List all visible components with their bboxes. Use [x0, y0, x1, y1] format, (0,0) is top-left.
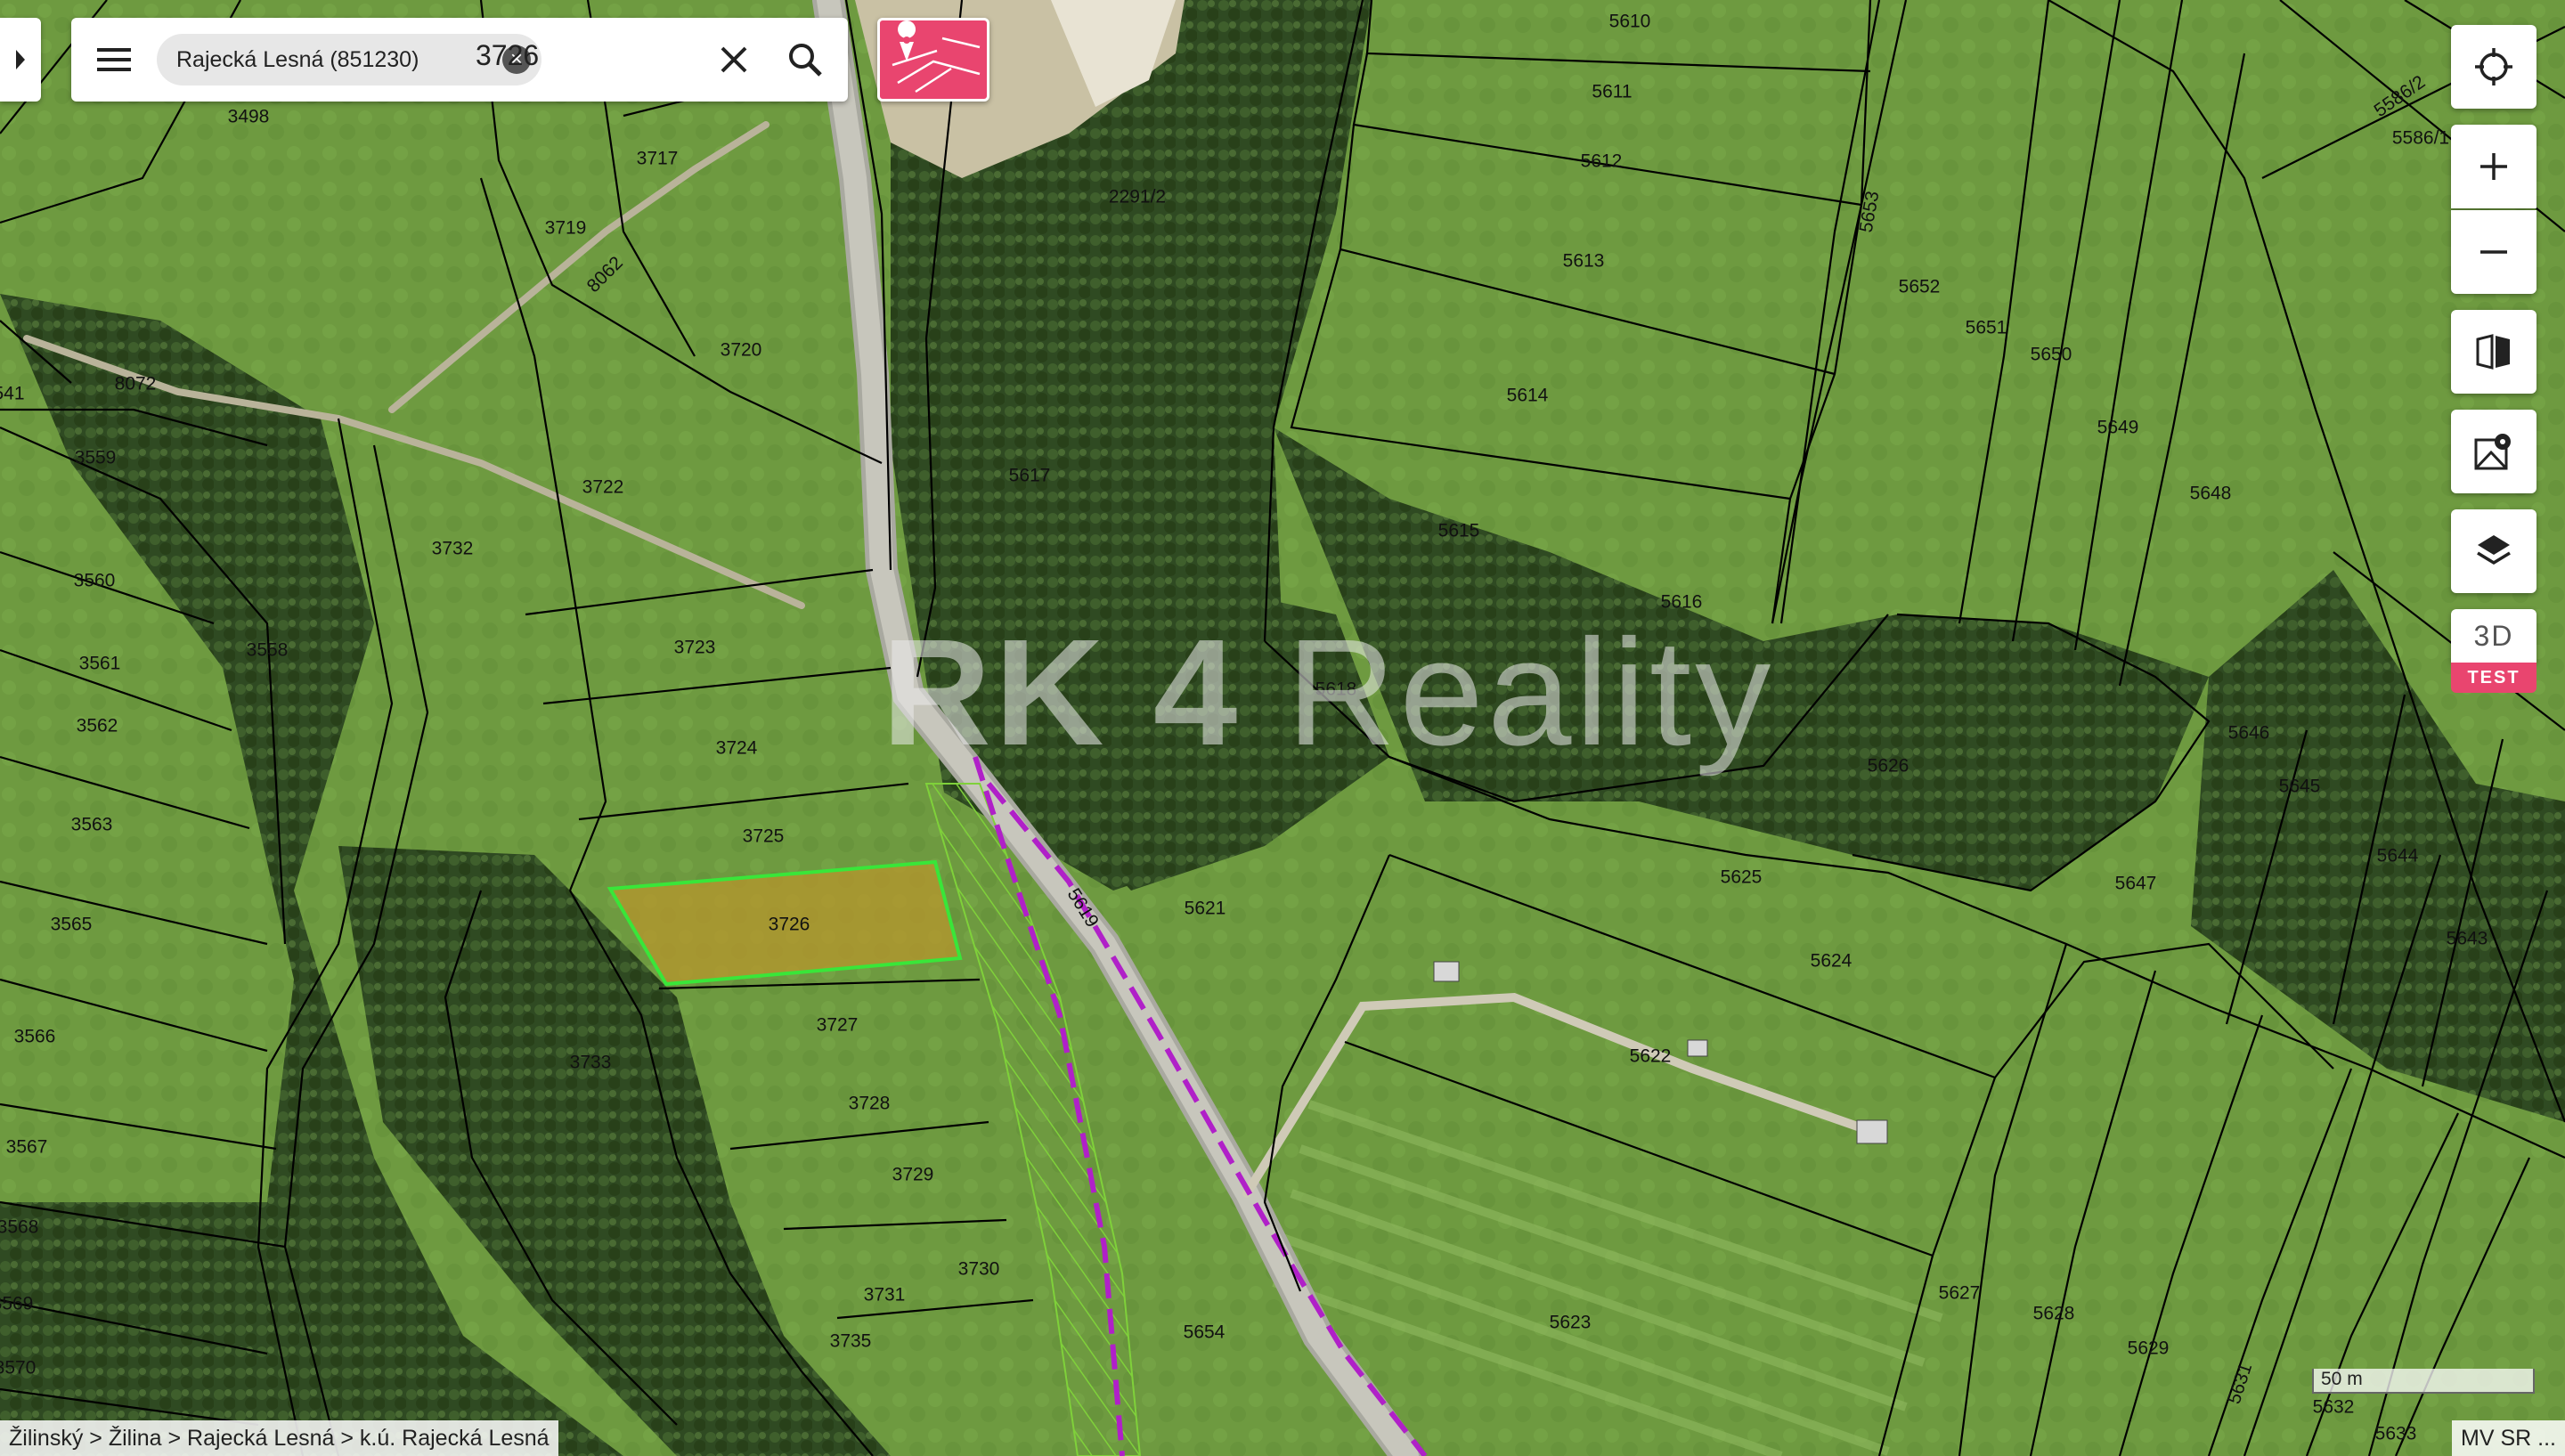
location-breadcrumb: Žilinský > Žilina > Rajecká Lesná > k.ú.… [0, 1420, 558, 1456]
test-badge: TEST [2451, 663, 2536, 693]
parcel-label: 3498 [228, 107, 270, 127]
parcel-label: 5647 [2115, 874, 2157, 894]
zoom-out-button[interactable] [2451, 210, 2536, 294]
parcel-label: 3732 [432, 539, 474, 559]
parcel-label: 5652 [1899, 277, 1941, 297]
split-compare-icon [2476, 334, 2510, 370]
parcel-label: 3569 [0, 1294, 33, 1314]
parcel-label: 3717 [637, 149, 679, 169]
parcel-label: 5622 [1630, 1046, 1672, 1067]
parcel-label: 5610 [1609, 12, 1651, 32]
parcel-label: 3562 [77, 716, 118, 736]
parcel-label: 5629 [2128, 1338, 2170, 1359]
parcel-label: 3724 [716, 738, 758, 759]
close-icon [721, 46, 747, 73]
search-input[interactable]: 3726 [476, 39, 539, 72]
parcel-label: 5628 [2033, 1304, 2075, 1324]
parcel-label: 5623 [1550, 1313, 1592, 1333]
parcel-label: 5618 [1315, 679, 1357, 700]
compare-view-button[interactable] [2451, 310, 2536, 394]
parcel-label: 3725 [743, 826, 785, 847]
parcel-label: 5632 [2313, 1397, 2355, 1418]
parcel-label: 8072 [115, 374, 157, 395]
parcel-label: 3566 [14, 1027, 56, 1047]
parcel-label: 3729 [892, 1165, 934, 1185]
parcel-label: 5621 [1185, 899, 1226, 919]
parcel-label: 3731 [864, 1285, 906, 1306]
parcel-label: 3558 [247, 640, 289, 661]
parcel-label: 5614 [1507, 386, 1549, 406]
parcel-label: 5651 [1966, 318, 2007, 338]
chevron-right-icon [16, 50, 25, 69]
cadastre-map-pin-icon [892, 20, 981, 94]
parcel-label: 5625 [1721, 867, 1763, 888]
menu-button[interactable] [87, 33, 141, 86]
parcel-label: 3733 [570, 1053, 612, 1073]
parcel-label: 3722 [582, 477, 624, 498]
location-chip-label: Rajecká Lesná (851230) [176, 46, 419, 72]
map-pin-icon [2474, 434, 2511, 470]
parcel-label: 5650 [2031, 345, 2072, 365]
parcel-label: 3563 [71, 815, 113, 835]
parcel-label: 5616 [1661, 592, 1703, 613]
parcel-label: 3719 [545, 218, 587, 239]
parcel-label: 3567 [6, 1137, 48, 1158]
parcel-label: 5626 [1868, 756, 1910, 777]
parcel-label: 5627 [1939, 1283, 1981, 1304]
parcel-label: 3735 [830, 1331, 872, 1352]
zoom-in-button[interactable] [2451, 125, 2536, 208]
parcel-label: 5611 [1592, 82, 1632, 102]
parcel-label: 3559 [75, 448, 117, 468]
parcel-label: 3728 [849, 1094, 891, 1114]
sidebar-toggle-button[interactable] [0, 18, 41, 102]
parcel-label: 3727 [817, 1015, 859, 1036]
hamburger-menu-icon [97, 48, 131, 71]
parcel-label: 5633 [2375, 1424, 2417, 1444]
plus-icon [2480, 153, 2507, 180]
parcel-label: 2291/2 [1109, 187, 1166, 207]
parcel-label: 5615 [1438, 521, 1480, 541]
search-icon [789, 44, 822, 77]
parcel-label: 5643 [2447, 929, 2488, 949]
scale-bar-label: 50 m [2321, 1369, 2363, 1389]
parcel-label: 3568 [0, 1217, 38, 1238]
parcel-label: 5649 [2097, 418, 2139, 438]
map-places-button[interactable] [2451, 410, 2536, 493]
parcel-label: 3726 [769, 915, 810, 935]
cadastre-layer-button[interactable] [877, 18, 989, 102]
parcel-label: 5612 [1581, 151, 1623, 172]
minus-icon [2480, 250, 2507, 254]
parcel-label: 3723 [674, 638, 716, 658]
parcel-label: 5624 [1811, 951, 1852, 972]
search-bar: Rajecká Lesná (851230) × 3726 [71, 18, 848, 102]
scale-bar: 50 m [2312, 1369, 2535, 1394]
clear-search-button[interactable] [707, 33, 761, 86]
parcel-label: 5586/1 [2392, 128, 2449, 149]
parcel-label: 3561 [79, 654, 121, 674]
locate-me-button[interactable] [2451, 25, 2536, 109]
parcel-label: 5613 [1563, 251, 1605, 272]
parcel-label: 5648 [2190, 484, 2232, 504]
parcel-label: 3560 [74, 571, 116, 591]
search-button[interactable] [778, 33, 832, 86]
3d-view-button[interactable]: 3D [2451, 609, 2536, 663]
parcel-label: 5645 [2279, 777, 2321, 797]
parcel-label: 3565 [51, 915, 93, 935]
parcel-label: 5646 [2228, 723, 2270, 744]
cadastral-map[interactable]: 5610 5611 5612 5613 5614 5615 5616 5617 … [0, 0, 2565, 1456]
parcel-label: 3570 [0, 1358, 36, 1379]
parcel-label: 541 [0, 384, 25, 404]
crosshair-location-icon [2475, 48, 2512, 85]
parcel-label: 5644 [2377, 846, 2419, 866]
parcel-label: 3720 [721, 340, 762, 361]
parcel-label: 5654 [1184, 1322, 1226, 1343]
3d-label: 3D [2473, 619, 2514, 652]
parcel-label: 5617 [1009, 466, 1051, 486]
layers-icon [2477, 535, 2511, 565]
parcel-label: 3730 [958, 1259, 1000, 1280]
map-attribution[interactable]: MV SR ... [2452, 1420, 2565, 1456]
layers-button[interactable] [2451, 509, 2536, 593]
